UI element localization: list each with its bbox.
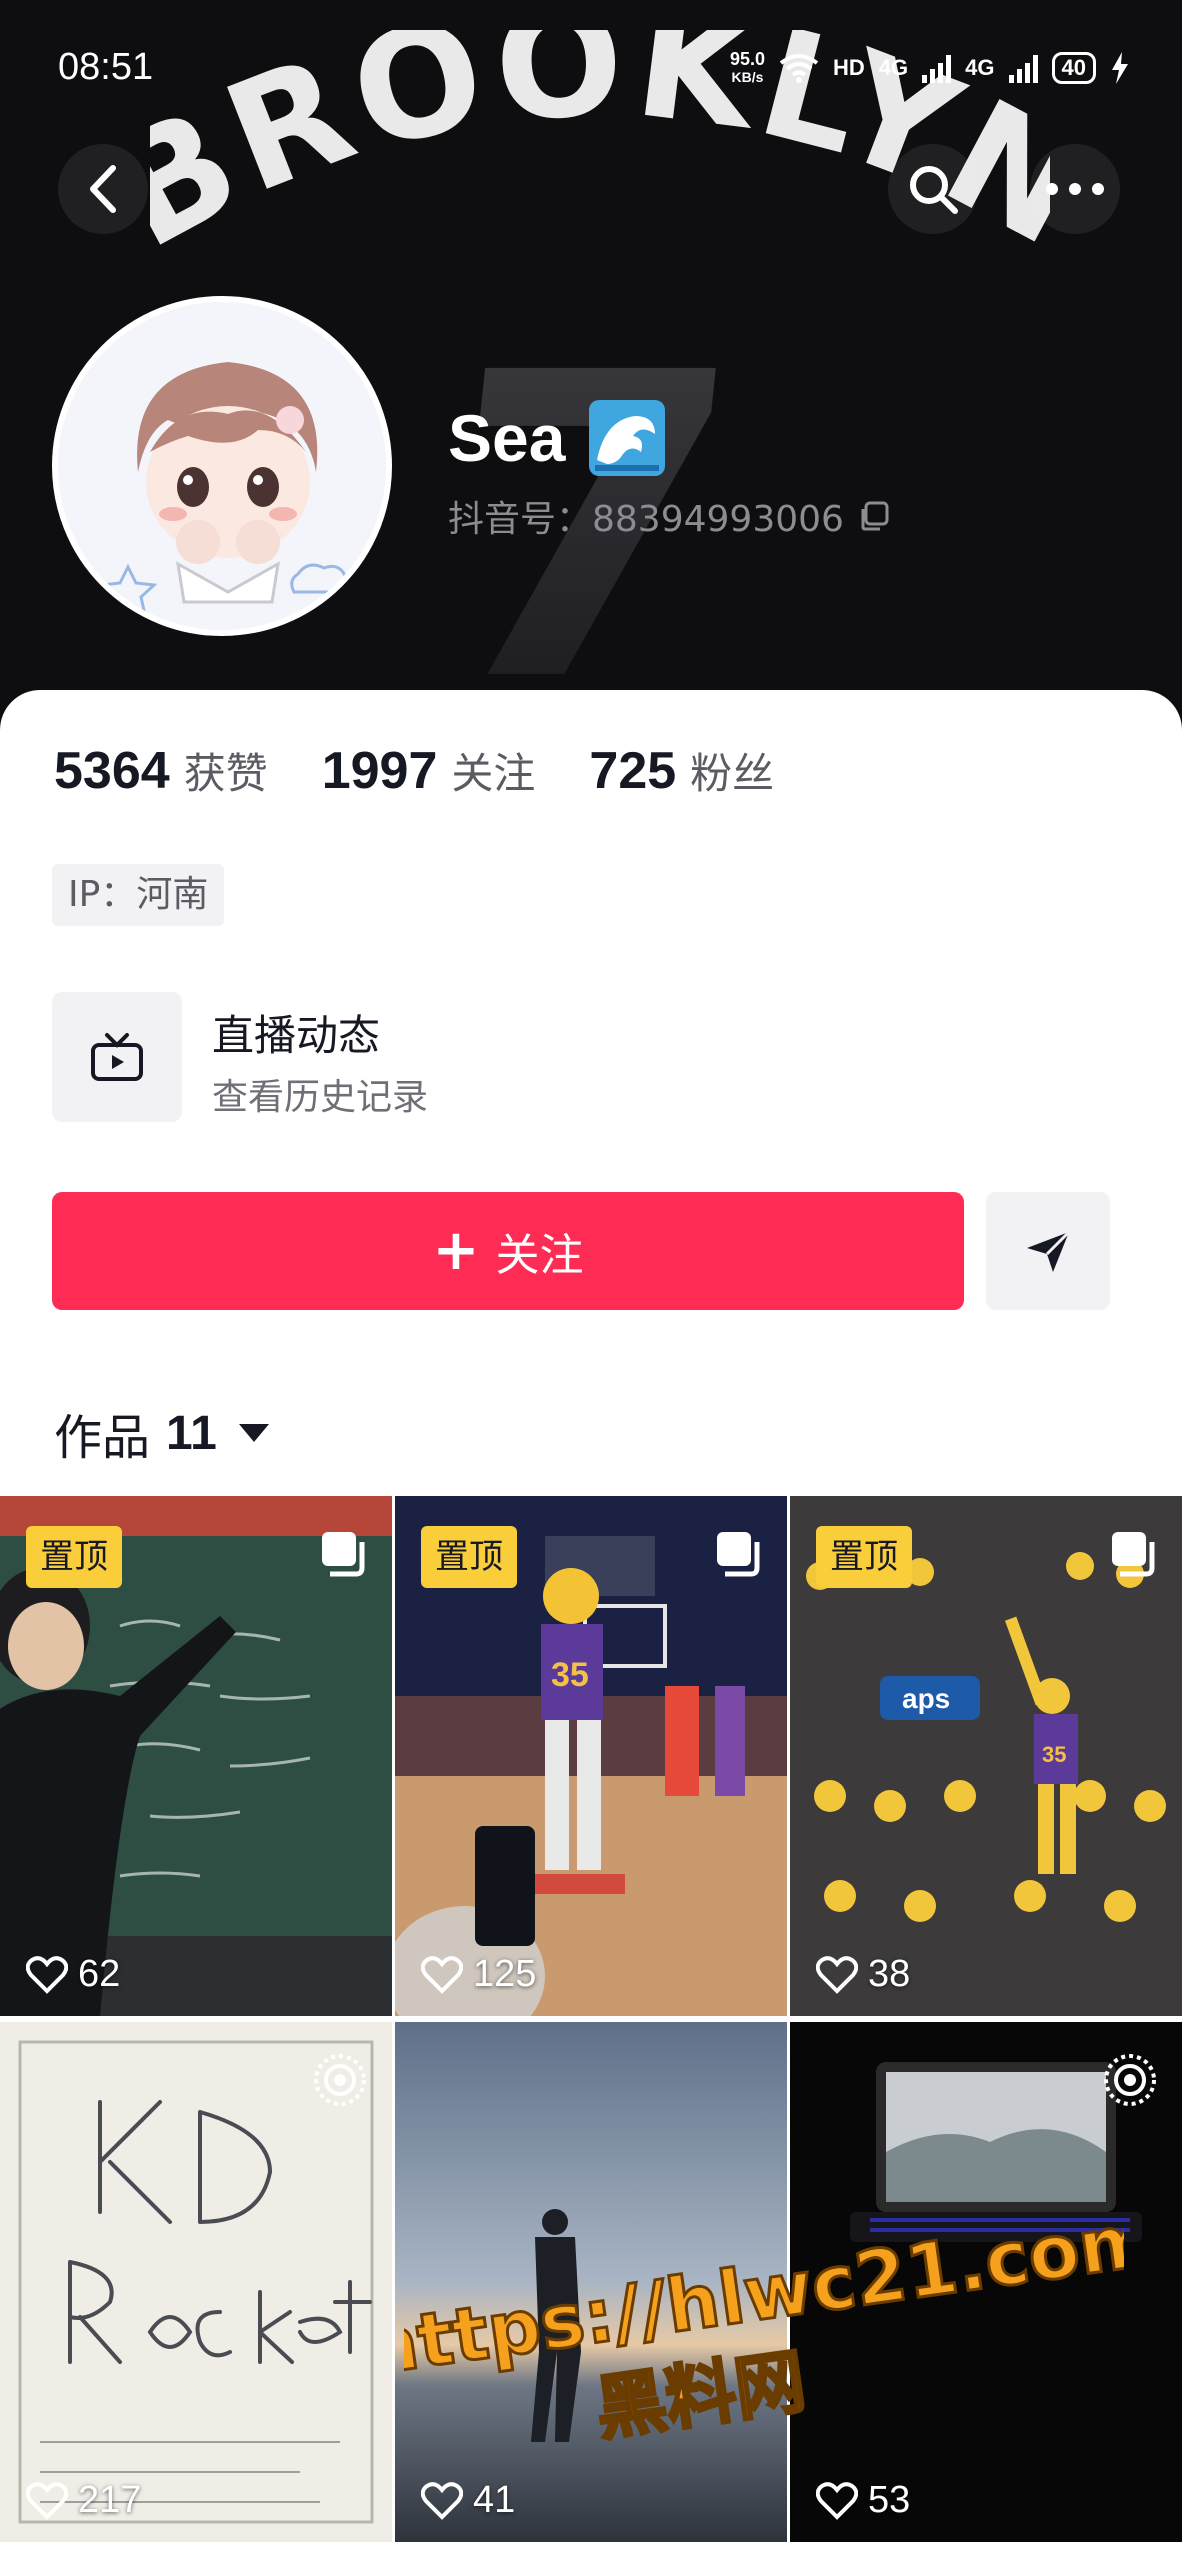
- video-tile[interactable]: aps 35 置顶 38: [790, 1496, 1182, 2016]
- like-count: 38: [816, 1953, 910, 1996]
- arena-sign: aps: [902, 1683, 950, 1714]
- profile-name: Sea: [448, 398, 667, 478]
- tab-works[interactable]: 作品 11: [54, 1398, 269, 1468]
- stat-following[interactable]: 1997 关注: [322, 740, 536, 801]
- video-tile[interactable]: 35 置顶 125: [395, 1496, 787, 2016]
- follow-button[interactable]: + 关注: [52, 1192, 964, 1310]
- like-count: 217: [26, 2479, 141, 2522]
- like-count-text: 217: [78, 2479, 142, 2521]
- avatar[interactable]: [52, 296, 392, 636]
- pinned-badge: 置顶: [421, 1526, 517, 1588]
- signal-4g-2-label: 4G: [965, 55, 995, 80]
- stat-number: 5364: [54, 742, 170, 800]
- douyin-id: 抖音号：88394993006: [448, 490, 890, 542]
- works-label: 作品: [54, 1410, 151, 1466]
- copy-icon[interactable]: [858, 500, 890, 532]
- heart-icon: [816, 2481, 858, 2520]
- ip-location-tag: IP：河南: [52, 864, 225, 926]
- stat-label: 获赞: [183, 749, 268, 798]
- live-ring-icon: [314, 2054, 366, 2106]
- stat-likes[interactable]: 5364 获赞: [54, 740, 268, 801]
- search-icon: [910, 166, 958, 214]
- live-icon-box: [52, 992, 182, 1122]
- stat-label: 关注: [451, 749, 536, 798]
- net-speed: 95.0 KB/s: [730, 50, 765, 86]
- like-count-text: 53: [868, 2479, 911, 2521]
- more-dots-icon: [1046, 183, 1104, 195]
- live-subtitle: 查看历史记录: [212, 1077, 429, 1118]
- plus-icon: +: [432, 1218, 480, 1283]
- jersey-number: 35: [551, 1656, 589, 1694]
- live-title: 直播动态: [212, 1011, 381, 1060]
- profile-name-text: Sea: [448, 401, 566, 475]
- multi-image-icon: [717, 1532, 760, 1577]
- like-count: 41: [421, 2479, 515, 2522]
- stat-followers[interactable]: 725 粉丝: [589, 740, 774, 801]
- paper-plane-icon: [1027, 1230, 1071, 1272]
- stat-label: 粉丝: [690, 749, 775, 798]
- more-options-button[interactable]: [1030, 144, 1120, 234]
- signal-bars-icon: [1008, 53, 1038, 83]
- heart-icon: [26, 2481, 68, 2520]
- like-count: 53: [816, 2479, 910, 2522]
- status-time: 08:51: [58, 46, 154, 88]
- follow-label: 关注: [495, 1230, 584, 1281]
- signal-bars-icon: [922, 53, 952, 83]
- stat-number: 725: [589, 742, 677, 800]
- pinned-badge: 置顶: [816, 1526, 912, 1588]
- like-count: 62: [26, 1953, 120, 1996]
- heart-icon: [816, 1955, 858, 1994]
- like-count-text: 62: [78, 1953, 121, 1995]
- douyin-id-text: 抖音号：88394993006: [448, 499, 844, 540]
- video-tile[interactable]: 217: [0, 2022, 392, 2542]
- hd-indicator: HD: [833, 55, 865, 80]
- net-speed-unit: KB/s: [731, 69, 764, 85]
- live-history-entry[interactable]: 直播动态 查看历史记录: [52, 992, 1132, 1126]
- status-bar: 08:51 95.0 KB/s HD 4G 4G 40: [0, 0, 1182, 140]
- send-message-button[interactable]: [986, 1192, 1110, 1310]
- water-wave-icon: [589, 400, 666, 476]
- avatar-illustration: [58, 302, 386, 630]
- like-count: 125: [421, 1953, 536, 1996]
- profile-stats: 5364 获赞 1997 关注 725 粉丝: [54, 740, 774, 801]
- chevron-left-icon: [90, 165, 116, 213]
- heart-icon: [421, 1955, 463, 1994]
- caret-down-icon: [238, 1424, 269, 1442]
- like-count-text: 38: [868, 1953, 911, 1995]
- live-ring-icon: [1104, 2054, 1156, 2106]
- pinned-badge: 置顶: [26, 1526, 122, 1588]
- multi-image-icon: [1112, 1532, 1155, 1577]
- works-count: 11: [166, 1406, 217, 1460]
- heart-icon: [26, 1955, 68, 1994]
- net-speed-value: 95.0: [729, 49, 766, 69]
- multi-image-icon: [322, 1532, 365, 1577]
- like-count-text: 41: [473, 2479, 516, 2521]
- signal-4g-1-label: 4G: [878, 55, 909, 80]
- battery-indicator: 40: [1051, 52, 1096, 84]
- heart-icon: [421, 2481, 463, 2520]
- charging-bolt-icon: [1112, 52, 1128, 84]
- like-count-text: 125: [473, 1953, 537, 1995]
- search-button[interactable]: [888, 144, 978, 234]
- back-button[interactable]: [58, 144, 148, 234]
- status-icons: 95.0 KB/s HD 4G 4G 40: [730, 50, 1130, 86]
- site-watermark: https://hlwc21.com 黑料网: [404, 2224, 1124, 2452]
- stat-number: 1997: [321, 742, 438, 800]
- tv-icon: [91, 1033, 143, 1081]
- video-tile[interactable]: 置顶 62: [0, 1496, 392, 2016]
- jersey-number: 35: [1042, 1742, 1066, 1767]
- wifi-icon: [779, 54, 819, 83]
